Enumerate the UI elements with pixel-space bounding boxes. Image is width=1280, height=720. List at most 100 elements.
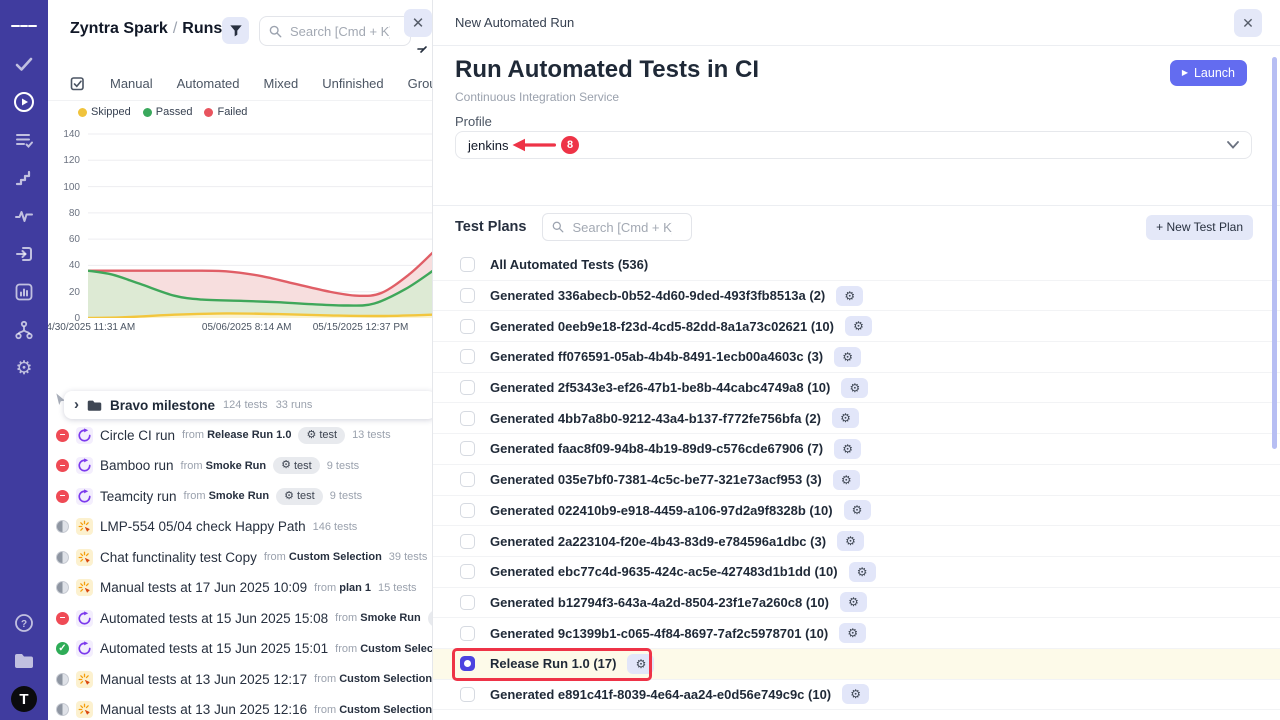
panel-close-button[interactable]: ✕ (404, 9, 432, 37)
plan-settings-gear-button[interactable]: ⚙ (627, 654, 654, 674)
run-row[interactable]: Chat functinality test Copyfrom Custom S… (48, 542, 432, 573)
filter-button[interactable] (222, 17, 249, 44)
test-plan-row[interactable]: Generated ff076591-05ab-4b4b-8491-1ecb00… (433, 342, 1280, 373)
runs-play-circle-icon[interactable] (11, 89, 37, 115)
tab-automated[interactable]: Automated (177, 76, 240, 91)
tab-groups[interactable]: Groups (408, 76, 433, 91)
run-row[interactable]: Manual tests at 17 Jun 2025 10:09from pl… (48, 573, 432, 604)
plan-checkbox[interactable] (460, 472, 475, 487)
test-plan-row[interactable]: Generated ebc77c4d-9635-424c-ac5e-427483… (433, 557, 1280, 588)
breadcrumb-page[interactable]: Runs (182, 20, 222, 37)
plan-settings-gear-button[interactable]: ⚙ (839, 623, 866, 643)
menu-icon[interactable] (11, 13, 37, 39)
breadcrumb[interactable]: Zyntra Spark/Runs (70, 20, 222, 38)
manual-run-icon (76, 701, 93, 718)
plan-settings-gear-button[interactable]: ⚙ (849, 562, 876, 582)
run-row[interactable]: –Teamcity runfrom Smoke Run⚙test9 tests (48, 481, 432, 512)
test-plan-row[interactable]: Generated 2f5343e3-ef26-47b1-be8b-44cabc… (433, 373, 1280, 404)
run-row[interactable]: ✓Automated tests at 15 Jun 2025 15:01fro… (48, 634, 432, 665)
run-row[interactable]: –Automated tests at 15 Jun 2025 15:08fro… (48, 603, 432, 634)
modal-close-button[interactable]: ✕ (1234, 9, 1262, 37)
resize-handle-icon[interactable] (417, 41, 429, 59)
plans-list-check-icon[interactable] (11, 127, 37, 153)
plan-checkbox[interactable] (460, 564, 475, 579)
runs-search[interactable] (259, 16, 411, 46)
test-plan-row[interactable]: Generated 022410b9-e918-4459-a106-97d2a9… (433, 496, 1280, 527)
plan-settings-gear-button[interactable]: ⚙ (841, 378, 868, 398)
test-plan-row[interactable]: Generated 035e7bf0-7381-4c5c-be77-321e73… (433, 465, 1280, 496)
new-test-plan-button[interactable]: + New Test Plan (1146, 215, 1253, 240)
test-plan-row[interactable]: Generated 336abecb-0b52-4d60-9ded-493f3f… (433, 281, 1280, 312)
plan-settings-gear-button[interactable]: ⚙ (845, 316, 872, 336)
plan-checkbox[interactable] (460, 534, 475, 549)
plan-checkbox[interactable] (460, 349, 475, 364)
import-icon[interactable] (11, 241, 37, 267)
plan-checkbox[interactable] (460, 503, 475, 518)
runs-search-input[interactable] (288, 23, 392, 40)
test-plan-row[interactable]: Generated 2a223104-f20e-4b43-83d9-e78459… (433, 526, 1280, 557)
test-plan-row[interactable]: All Automated Tests (536) (433, 250, 1280, 281)
y-axis-tick-label: 120 (54, 155, 80, 166)
branch-icon[interactable] (11, 317, 37, 343)
analytics-bar-chart-icon[interactable] (11, 279, 37, 305)
plan-settings-gear-button[interactable]: ⚙ (836, 286, 863, 306)
test-plans-search-input[interactable] (570, 219, 674, 236)
plan-settings-gear-button[interactable]: ⚙ (834, 347, 861, 367)
svg-text:?: ? (21, 619, 27, 630)
milestones-steps-icon[interactable] (11, 165, 37, 191)
tab-mixed[interactable]: Mixed (264, 76, 299, 91)
launch-button[interactable]: ▶ Launch (1170, 60, 1247, 86)
test-plan-row[interactable]: Generated 9c1399b1-c065-4f84-8697-7af2c5… (433, 618, 1280, 649)
projects-folder-icon[interactable] (11, 648, 37, 674)
breadcrumb-project[interactable]: Zyntra Spark (70, 20, 168, 37)
plan-settings-gear-button[interactable]: ⚙ (834, 439, 861, 459)
manual-run-icon (76, 549, 93, 566)
test-plans-search[interactable] (542, 213, 692, 241)
tab-unfinished[interactable]: Unfinished (322, 76, 383, 91)
plan-checkbox[interactable] (460, 595, 475, 610)
plan-settings-gear-button[interactable]: ⚙ (844, 500, 871, 520)
milestone-bravo[interactable]: › Bravo milestone 124 tests 33 runs (64, 391, 433, 419)
chevron-right-icon[interactable]: › (74, 397, 79, 412)
plan-checkbox[interactable] (460, 441, 475, 456)
test-plan-row[interactable]: Generated faac8f09-94b8-4b19-89d9-c576cd… (433, 434, 1280, 465)
plan-checkbox[interactable] (460, 626, 475, 641)
funnel-icon (229, 24, 243, 38)
plan-settings-gear-button[interactable]: ⚙ (837, 531, 864, 551)
test-plan-row[interactable]: Generated e891c41f-8039-4e64-aa24-e0d56e… (433, 680, 1280, 711)
plan-checkbox[interactable] (460, 257, 475, 272)
run-row[interactable]: –Bamboo runfrom Smoke Run⚙test9 tests (48, 451, 432, 482)
tests-check-icon[interactable] (11, 51, 37, 77)
plan-checkbox[interactable] (460, 411, 475, 426)
run-row[interactable]: LMP-554 05/04 check Happy Path146 tests (48, 512, 432, 543)
y-axis-tick-label: 40 (54, 260, 80, 271)
pulse-activity-icon[interactable] (11, 203, 37, 229)
run-tag-badge[interactable]: ⚙test (273, 457, 320, 474)
test-plan-row[interactable]: Generated 0eeb9e18-f23d-4cd5-82dd-8a1a73… (433, 311, 1280, 342)
tab-manual[interactable]: Manual (110, 76, 153, 91)
app-logo[interactable]: T (11, 686, 37, 712)
settings-gear-icon[interactable]: ⚙ (11, 355, 37, 381)
test-plan-row[interactable]: Release Run 1.0 (17)⚙ (433, 649, 1280, 680)
profile-select[interactable]: jenkins (455, 131, 1252, 159)
plan-settings-gear-button[interactable]: ⚙ (832, 408, 859, 428)
run-row[interactable]: Manual tests at 13 Jun 2025 12:16from Cu… (48, 695, 432, 720)
run-tag-badge[interactable]: ⚙test (298, 427, 345, 444)
help-icon[interactable]: ? (11, 610, 37, 636)
plan-settings-gear-button[interactable]: ⚙ (842, 684, 869, 704)
test-plan-row[interactable]: Generated 4bb7a8b0-9212-43a4-b137-f772fe… (433, 403, 1280, 434)
plan-checkbox[interactable] (460, 687, 475, 702)
plan-settings-gear-button[interactable]: ⚙ (833, 470, 860, 490)
plan-label: Generated 035e7bf0-7381-4c5c-be77-321e73… (490, 472, 822, 487)
plan-checkbox-checked[interactable] (460, 656, 475, 671)
run-row[interactable]: –Circle CI runfrom Release Run 1.0⚙test1… (48, 420, 432, 451)
test-plan-row[interactable]: Generated b12794f3-643a-4a2d-8504-23f1e7… (433, 588, 1280, 619)
select-all-icon[interactable] (70, 75, 86, 91)
run-tag-badge[interactable]: ⚙test (276, 488, 323, 505)
run-row[interactable]: Manual tests at 13 Jun 2025 12:17from Cu… (48, 664, 432, 695)
plan-checkbox[interactable] (460, 319, 475, 334)
plan-settings-gear-button[interactable]: ⚙ (840, 592, 867, 612)
plan-checkbox[interactable] (460, 380, 475, 395)
plan-checkbox[interactable] (460, 288, 475, 303)
scrollbar-thumb[interactable] (1272, 57, 1277, 449)
